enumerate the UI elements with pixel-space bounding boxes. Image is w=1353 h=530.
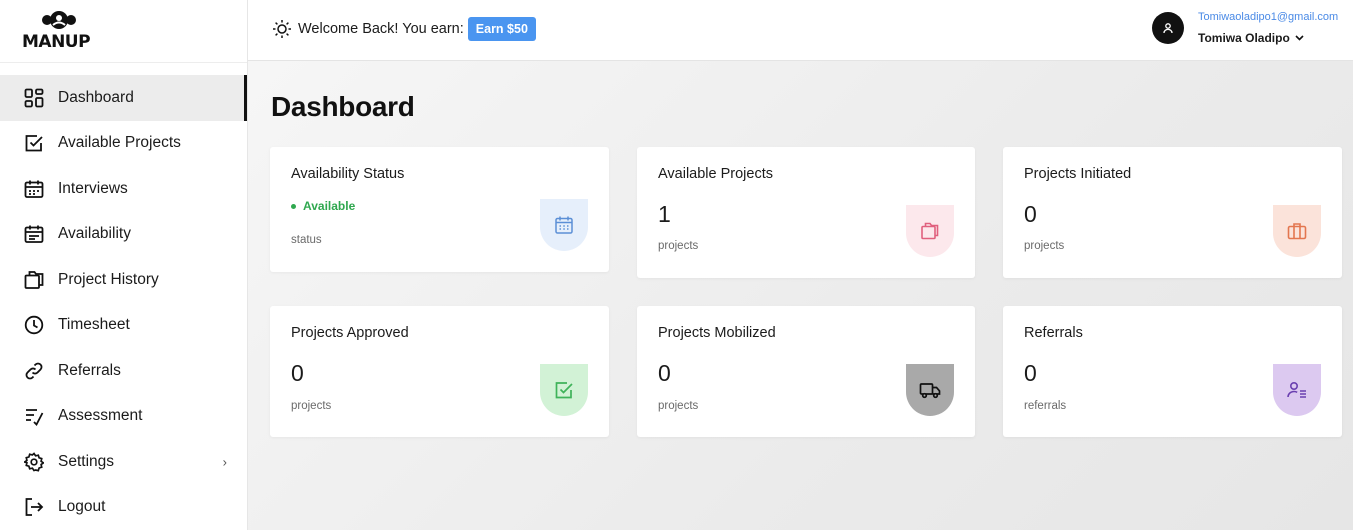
card-icon-badge <box>1273 364 1321 416</box>
card-value: 0 <box>658 360 671 386</box>
clock-icon <box>23 314 45 336</box>
sidebar-item-interviews[interactable]: Interviews <box>0 166 247 212</box>
card-icon-badge <box>540 364 588 416</box>
sidebar: MANUP Dashboard Available Projects Inter… <box>0 0 248 530</box>
sidebar-item-label: Assessment <box>58 407 143 425</box>
checkbox-icon <box>23 132 45 154</box>
user-list-icon <box>1287 381 1306 398</box>
card-icon-badge <box>1273 205 1321 257</box>
card-icon-badge <box>540 199 588 251</box>
gear-icon <box>23 451 45 473</box>
sidebar-item-label: Logout <box>58 498 106 516</box>
user-menu[interactable]: Tomiwa Oladipo <box>1198 31 1304 45</box>
card-title: Projects Mobilized <box>658 325 776 341</box>
calendar-icon <box>555 216 573 234</box>
card-title: Projects Initiated <box>1024 166 1132 182</box>
card-title: Referrals <box>1024 325 1083 341</box>
sidebar-item-label: Settings <box>58 452 115 470</box>
chevron-down-icon <box>1295 35 1304 41</box>
sidebar-item-project-history[interactable]: Project History <box>0 257 247 303</box>
sidebar-item-label: Project History <box>58 270 159 288</box>
sidebar-divider <box>0 62 247 63</box>
card-icon-badge <box>906 364 954 416</box>
sidebar-item-label: Referrals <box>58 361 121 379</box>
sidebar-item-referrals[interactable]: Referrals <box>0 348 247 394</box>
card-value: 1 <box>658 201 671 227</box>
sidebar-item-label: Availability <box>58 225 131 243</box>
link-icon <box>23 360 45 382</box>
chevron-right-icon: › <box>222 454 227 470</box>
logo-mark-icon <box>42 11 76 29</box>
card-referrals[interactable]: Referrals 0 referrals <box>1003 306 1342 437</box>
sidebar-item-label: Dashboard <box>58 88 134 106</box>
calendar-icon <box>23 223 45 245</box>
card-icon-badge <box>906 205 954 257</box>
status-text: Available <box>303 199 356 213</box>
sidebar-item-available-projects[interactable]: Available Projects <box>0 121 247 167</box>
card-projects-initiated[interactable]: Projects Initiated 0 projects <box>1003 147 1342 278</box>
avatar[interactable] <box>1152 12 1184 44</box>
welcome-banner: Welcome Back! You earn: Earn $50 <box>272 17 536 41</box>
status-indicator: Available <box>291 199 355 213</box>
card-available-projects[interactable]: Available Projects 1 projects <box>637 147 975 278</box>
card-unit: projects <box>658 400 699 412</box>
sidebar-item-logout[interactable]: Logout <box>0 485 247 530</box>
welcome-text: Welcome Back! You earn: <box>298 21 464 37</box>
sidebar-item-label: Timesheet <box>58 316 130 334</box>
card-value: 0 <box>1024 201 1037 227</box>
card-availability-status[interactable]: Availability Status Available status <box>270 147 609 272</box>
card-unit: status <box>291 234 322 246</box>
calendar-icon <box>23 178 45 200</box>
card-title: Availability Status <box>291 166 405 182</box>
card-unit: projects <box>291 400 332 412</box>
sidebar-item-availability[interactable]: Availability <box>0 212 247 258</box>
checklist-icon <box>23 405 45 427</box>
card-value: 0 <box>291 360 304 386</box>
sidebar-item-settings[interactable]: Settings › <box>0 439 247 485</box>
sidebar-item-dashboard[interactable]: Dashboard <box>0 75 247 121</box>
logo-text: MANUP <box>22 32 91 52</box>
brand-logo[interactable]: MANUP <box>22 10 98 52</box>
sidebar-item-label: Available Projects <box>58 134 181 152</box>
folders-icon <box>921 222 939 240</box>
card-unit: projects <box>1024 240 1065 252</box>
user-email: Tomiwaoladipo1@gmail.com <box>1198 11 1339 23</box>
logout-icon <box>23 496 45 518</box>
check-square-icon <box>555 382 573 399</box>
user-name: Tomiwa Oladipo <box>1198 31 1290 45</box>
card-projects-approved[interactable]: Projects Approved 0 projects <box>270 306 609 437</box>
card-title: Projects Approved <box>291 325 409 341</box>
main-content: Dashboard Availability Status Available … <box>248 61 1353 530</box>
sidebar-item-assessment[interactable]: Assessment <box>0 394 247 440</box>
card-unit: referrals <box>1024 400 1067 412</box>
card-unit: projects <box>658 240 699 252</box>
sidebar-nav: Dashboard Available Projects Interviews … <box>0 75 247 530</box>
sidebar-item-timesheet[interactable]: Timesheet <box>0 303 247 349</box>
earn-badge[interactable]: Earn $50 <box>467 17 536 41</box>
briefcase-icon <box>1287 223 1307 240</box>
card-value: 0 <box>1024 360 1037 386</box>
status-dot <box>291 203 296 209</box>
user-icon <box>1163 23 1173 34</box>
card-projects-mobilized[interactable]: Projects Mobilized 0 projects <box>637 306 975 437</box>
sun-icon <box>273 20 291 38</box>
truck-icon <box>919 383 941 399</box>
card-title: Available Projects <box>658 166 773 182</box>
grid-icon <box>23 87 45 109</box>
top-header: Welcome Back! You earn: Earn $50 Tomiwao… <box>248 0 1353 61</box>
folders-icon <box>23 269 45 291</box>
page-title: Dashboard <box>271 91 415 122</box>
sidebar-item-label: Interviews <box>58 179 128 197</box>
